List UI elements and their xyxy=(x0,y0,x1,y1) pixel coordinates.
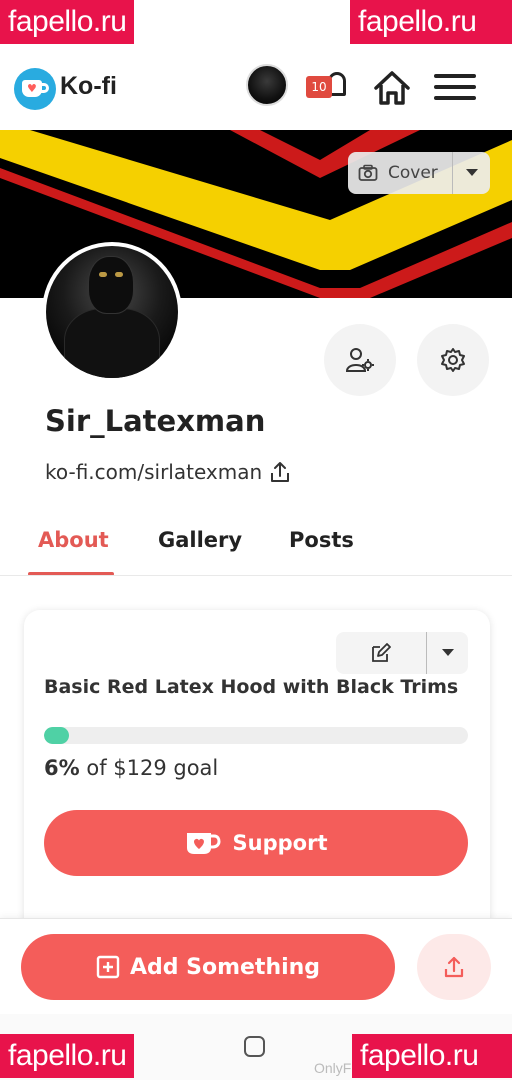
plus-square-icon xyxy=(96,955,120,979)
watermark-bottom-left: fapello.ru xyxy=(0,1034,135,1078)
pencil-icon xyxy=(372,643,391,662)
goal-title: Basic Red Latex Hood with Black Trims xyxy=(44,676,459,698)
top-navigation-bar: ♥ Ko-fi 10 xyxy=(0,50,512,128)
profile-username: Sir_Latexman xyxy=(45,404,266,438)
add-something-button[interactable]: Add Something xyxy=(21,934,395,1000)
faded-watermark: OnlyF xyxy=(314,1060,352,1076)
share-icon[interactable] xyxy=(270,461,290,483)
chevron-down-icon[interactable] xyxy=(427,649,468,657)
profile-url[interactable]: ko-fi.com/sirlatexman xyxy=(45,460,262,484)
upload-share-icon xyxy=(444,956,464,978)
edit-goal-controls xyxy=(336,632,468,674)
chevron-down-icon[interactable] xyxy=(453,169,490,177)
notifications-button[interactable]: 10 xyxy=(304,70,348,110)
camera-icon xyxy=(348,164,388,182)
goal-progress-fill xyxy=(44,727,70,744)
goal-progress-text: 6% of $129 goal xyxy=(44,756,218,780)
hamburger-menu-icon[interactable] xyxy=(434,74,476,104)
share-page-button[interactable] xyxy=(417,934,491,1000)
user-avatar[interactable] xyxy=(246,64,288,106)
watermark-bottom-right: fapello.ru xyxy=(352,1034,512,1078)
edit-goal-button[interactable] xyxy=(336,642,426,664)
notification-count-badge: 10 xyxy=(306,76,332,98)
kofi-logo-icon[interactable]: ♥ xyxy=(14,68,56,110)
gear-icon xyxy=(441,348,465,372)
cover-button[interactable]: Cover xyxy=(348,152,490,194)
user-gear-icon xyxy=(345,348,374,372)
goal-progress-bar xyxy=(44,727,468,744)
support-button[interactable]: Support xyxy=(44,810,468,876)
support-button-label: Support xyxy=(232,831,328,855)
cover-button-label: Cover xyxy=(388,163,438,183)
profile-url-row: ko-fi.com/sirlatexman xyxy=(45,460,290,484)
kofi-cup-icon xyxy=(186,833,221,854)
watermark-top-left: fapello.ru xyxy=(0,0,135,44)
settings-button[interactable] xyxy=(417,324,489,396)
tab-about[interactable]: About xyxy=(38,528,109,552)
goal-card: Basic Red Latex Hood with Black Trims 6%… xyxy=(24,610,490,940)
add-something-label: Add Something xyxy=(129,954,321,980)
profile-tabs: About Gallery Posts xyxy=(0,520,512,576)
goal-amount: of $129 goal xyxy=(86,756,219,780)
profile-avatar[interactable] xyxy=(42,242,182,382)
bottom-action-bar: Add Something xyxy=(0,918,512,1014)
logo-text[interactable]: Ko-fi xyxy=(60,72,117,101)
home-icon[interactable] xyxy=(372,68,412,108)
watermark-top-right: fapello.ru xyxy=(350,0,512,44)
tab-gallery[interactable]: Gallery xyxy=(158,528,242,552)
tab-posts[interactable]: Posts xyxy=(289,528,354,552)
goal-percent: 6% xyxy=(44,756,80,780)
home-square-icon[interactable] xyxy=(244,1036,265,1057)
tabs-divider xyxy=(0,575,512,576)
follow-settings-button[interactable] xyxy=(324,324,396,396)
